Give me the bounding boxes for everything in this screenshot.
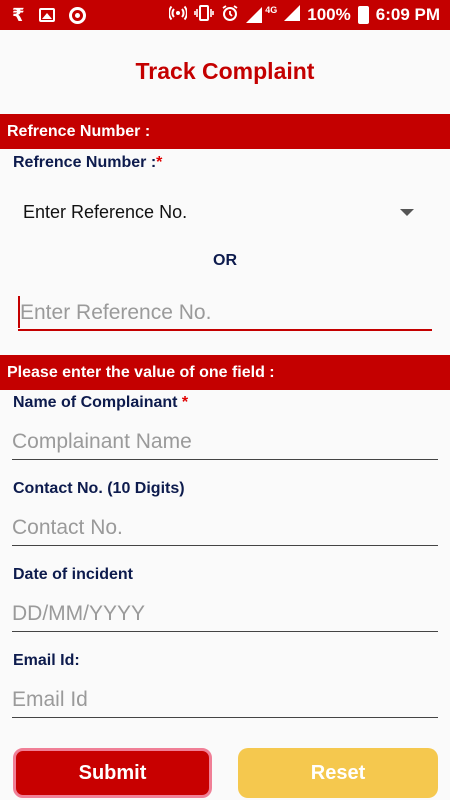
complainant-name-input[interactable] [12, 425, 438, 459]
rupee-icon: ₹ [12, 4, 25, 25]
reset-button[interactable]: Reset [238, 748, 438, 798]
dropdown-arrow-icon [400, 208, 414, 216]
or-separator: OR [213, 252, 237, 269]
date-of-incident-input[interactable] [12, 597, 438, 631]
reference-number-label: Refrence Number :* [13, 154, 162, 172]
reference-section-header: Refrence Number : [0, 114, 450, 149]
signal-bars-icon [284, 4, 301, 26]
reference-input-underline [18, 329, 432, 331]
battery-icon [357, 6, 369, 24]
image-icon [38, 8, 55, 22]
email-id-label: Email Id: [13, 652, 80, 669]
required-mark: * [181, 394, 189, 411]
complainant-name-label: Name of Complainant * [13, 394, 188, 412]
circle-icon [68, 6, 86, 24]
reference-number-label-text: Refrence Number : [13, 154, 157, 171]
date-of-incident-underline [12, 631, 438, 632]
contact-number-label: Contact No. (10 Digits) [13, 480, 185, 497]
submit-button[interactable]: Submit [13, 748, 212, 798]
network-type-label: 4G [265, 5, 278, 15]
status-bar: ₹ 4G 100% 6:09 PM [0, 0, 450, 30]
vibrate-icon [194, 4, 215, 27]
reference-number-dropdown[interactable]: Enter Reference No. [12, 193, 422, 231]
status-bar-notifications: ₹ [12, 0, 86, 30]
hotspot-icon [168, 4, 189, 27]
status-bar-system: 4G 100% 6:09 PM [168, 0, 440, 30]
reference-dropdown-value: Enter Reference No. [23, 201, 188, 222]
required-mark: * [156, 154, 163, 171]
clock: 6:09 PM [375, 5, 440, 24]
reference-number-input[interactable] [20, 296, 430, 330]
complainant-name-label-text: Name of Complainant [13, 394, 182, 411]
complainant-name-underline [12, 459, 438, 460]
email-id-input[interactable] [12, 683, 438, 717]
signal-icon [246, 7, 263, 23]
battery-percent: 100% [307, 5, 351, 24]
alarm-icon [221, 4, 239, 27]
contact-number-input[interactable] [12, 511, 438, 545]
email-id-underline [12, 717, 438, 718]
date-of-incident-label: Date of incident [13, 566, 134, 583]
contact-number-underline [12, 545, 438, 546]
detail-section-header: Please enter the value of one field : [0, 355, 450, 390]
page-title: Track Complaint [135, 58, 315, 84]
